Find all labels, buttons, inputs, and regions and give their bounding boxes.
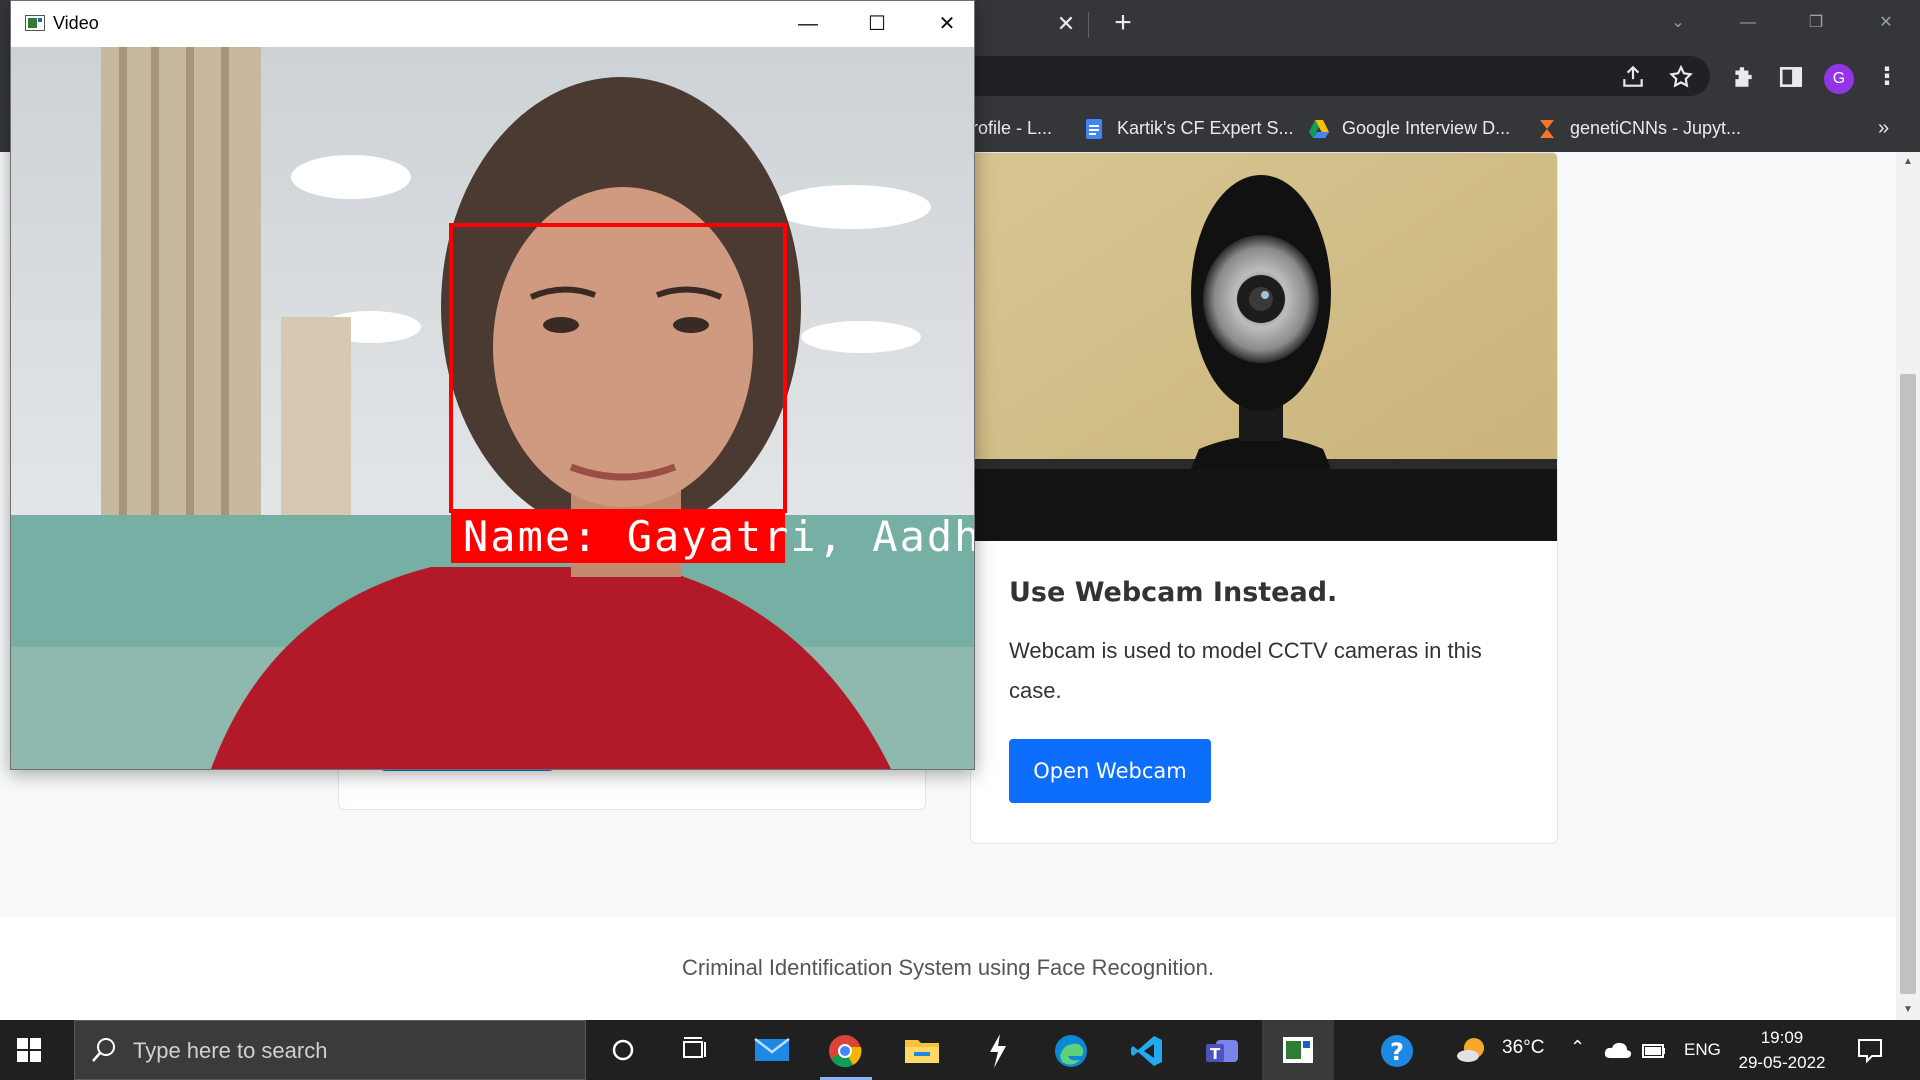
menu-kebab-icon[interactable]: ⋮ bbox=[1874, 64, 1900, 90]
bookmark-label: rofile - L... bbox=[972, 118, 1053, 138]
windows-start-icon[interactable] bbox=[16, 1037, 42, 1063]
tab-separator bbox=[1088, 12, 1089, 38]
file-explorer-icon[interactable] bbox=[886, 1020, 958, 1080]
weather-temperature[interactable]: 36°C bbox=[1502, 1037, 1544, 1059]
profile-avatar[interactable]: G bbox=[1824, 64, 1854, 94]
clock-date: 29-05-2022 bbox=[1738, 1053, 1826, 1072]
address-bar[interactable] bbox=[960, 56, 1710, 96]
card-title: Use Webcam Instead. bbox=[1009, 577, 1338, 608]
mail-icon[interactable] bbox=[736, 1020, 808, 1080]
teams-icon[interactable]: T bbox=[1186, 1020, 1258, 1080]
browser-minimize-button[interactable]: — bbox=[1728, 10, 1768, 36]
bookmark-item[interactable]: Google Interview D... bbox=[1308, 114, 1510, 142]
cortana-icon[interactable] bbox=[587, 1020, 659, 1080]
edge-icon[interactable] bbox=[1036, 1020, 1108, 1080]
bookmark-label: Google Interview D... bbox=[1342, 118, 1511, 138]
card-description: Webcam is used to model CCTV cameras in … bbox=[1009, 638, 1482, 703]
share-icon[interactable] bbox=[1620, 64, 1646, 90]
vscode-icon[interactable] bbox=[1112, 1020, 1184, 1080]
window-app-icon bbox=[25, 15, 45, 31]
bookmark-item[interactable]: rofile - L... bbox=[972, 114, 1052, 142]
bookmark-label: Kartik's CF Expert S... bbox=[1117, 118, 1294, 138]
bookmark-item[interactable]: genetiCNNs - Jupyt... bbox=[1536, 114, 1741, 142]
system-clock[interactable]: 19:09 29-05-2022 bbox=[1734, 1025, 1830, 1075]
show-hidden-icons-chevron-icon[interactable]: ⌃ bbox=[1570, 1037, 1585, 1058]
scrollbar-thumb[interactable] bbox=[1900, 374, 1916, 994]
video-window: Video — ☐ ✕ Name: Gayatri, Aadha bbox=[10, 0, 975, 770]
new-tab-button[interactable]: + bbox=[1110, 8, 1136, 38]
battery-icon[interactable] bbox=[1642, 1040, 1666, 1060]
close-tab-icon[interactable]: ✕ bbox=[1054, 12, 1078, 36]
more-bookmarks-chevron-icon[interactable]: » bbox=[1878, 114, 1889, 142]
face-recognition-label: Name: Gayatri, Aadha bbox=[463, 512, 974, 561]
taskbar-search-box[interactable]: Type here to search bbox=[74, 1020, 586, 1080]
svg-text:?: ? bbox=[1390, 1038, 1404, 1066]
scroll-down-arrow-icon[interactable]: ▼ bbox=[1896, 1000, 1920, 1020]
scroll-up-arrow-icon[interactable]: ▲ bbox=[1896, 152, 1920, 172]
bookmark-item[interactable]: Kartik's CF Expert S... bbox=[1083, 114, 1293, 142]
weather-icon[interactable] bbox=[1456, 1034, 1488, 1066]
bookmark-label: genetiCNNs - Jupyt... bbox=[1570, 118, 1742, 138]
webcam-photo bbox=[971, 153, 1557, 541]
help-icon[interactable]: ? bbox=[1360, 1020, 1432, 1080]
browser-close-button[interactable]: ✕ bbox=[1866, 10, 1906, 36]
bookmark-star-icon[interactable] bbox=[1668, 64, 1694, 90]
footer: Criminal Identification System using Fac… bbox=[0, 917, 1896, 1020]
svg-text:T: T bbox=[1210, 1045, 1221, 1063]
tab-search-icon[interactable]: ⌄ bbox=[1658, 10, 1698, 36]
close-button[interactable]: ✕ bbox=[927, 9, 967, 39]
bolt-app-icon[interactable] bbox=[962, 1020, 1034, 1080]
extensions-icon[interactable] bbox=[1730, 64, 1756, 90]
video-window-taskbar-icon[interactable] bbox=[1262, 1020, 1334, 1080]
page-scrollbar[interactable]: ▲ ▼ bbox=[1896, 152, 1920, 1020]
google-docs-icon bbox=[1086, 119, 1102, 140]
webcam-card: Use Webcam Instead. Webcam is used to mo… bbox=[970, 152, 1558, 844]
maximize-button[interactable]: ☐ bbox=[857, 9, 897, 39]
video-frame: Name: Gayatri, Aadha bbox=[11, 47, 974, 769]
browser-restore-button[interactable]: ❐ bbox=[1796, 10, 1836, 36]
video-window-titlebar[interactable]: Video — ☐ ✕ bbox=[11, 1, 974, 47]
jupyter-icon bbox=[1540, 120, 1554, 139]
minimize-button[interactable]: — bbox=[788, 9, 828, 39]
camera-feed-image: Name: Gayatri, Aadha bbox=[11, 47, 974, 769]
video-window-title: Video bbox=[53, 13, 99, 33]
language-indicator[interactable]: ENG bbox=[1684, 1040, 1721, 1060]
google-drive-icon bbox=[1309, 120, 1329, 139]
clock-time: 19:09 bbox=[1760, 1028, 1804, 1047]
notifications-icon[interactable] bbox=[1856, 1036, 1884, 1064]
footer-text: Criminal Identification System using Fac… bbox=[682, 955, 1214, 980]
windows-taskbar: Type here to search T ? 36°C ⌃ ENG 19:09… bbox=[0, 1020, 1920, 1080]
open-webcam-button[interactable]: Open Webcam bbox=[1009, 739, 1211, 803]
search-placeholder: Type here to search bbox=[133, 1038, 328, 1063]
onedrive-cloud-icon[interactable] bbox=[1604, 1040, 1632, 1060]
search-icon bbox=[92, 1038, 115, 1062]
side-panel-icon[interactable] bbox=[1778, 64, 1804, 90]
chrome-icon[interactable] bbox=[810, 1020, 882, 1080]
task-view-icon[interactable] bbox=[659, 1020, 731, 1080]
